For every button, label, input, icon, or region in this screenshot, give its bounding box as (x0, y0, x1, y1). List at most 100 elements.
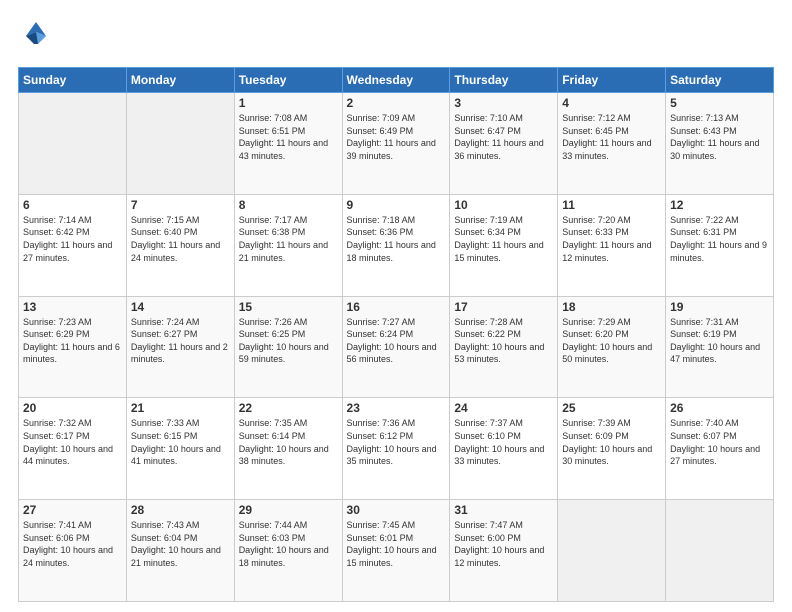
day-number: 2 (347, 96, 446, 110)
day-info: Sunrise: 7:13 AMSunset: 6:43 PMDaylight:… (670, 112, 769, 162)
header-cell-sunday: Sunday (19, 68, 127, 93)
day-cell: 28 Sunrise: 7:43 AMSunset: 6:04 PMDayligh… (126, 500, 234, 602)
day-cell: 18 Sunrise: 7:29 AMSunset: 6:20 PMDayligh… (558, 296, 666, 398)
day-info: Sunrise: 7:47 AMSunset: 6:00 PMDaylight:… (454, 519, 553, 569)
day-cell (558, 500, 666, 602)
day-cell: 17 Sunrise: 7:28 AMSunset: 6:22 PMDayligh… (450, 296, 558, 398)
day-info: Sunrise: 7:43 AMSunset: 6:04 PMDaylight:… (131, 519, 230, 569)
day-info: Sunrise: 7:45 AMSunset: 6:01 PMDaylight:… (347, 519, 446, 569)
day-cell: 29 Sunrise: 7:44 AMSunset: 6:03 PMDayligh… (234, 500, 342, 602)
day-cell: 20 Sunrise: 7:32 AMSunset: 6:17 PMDayligh… (19, 398, 127, 500)
day-cell: 4 Sunrise: 7:12 AMSunset: 6:45 PMDaylight… (558, 93, 666, 195)
week-row-2: 6 Sunrise: 7:14 AMSunset: 6:42 PMDaylight… (19, 194, 774, 296)
day-number: 11 (562, 198, 661, 212)
day-number: 23 (347, 401, 446, 415)
day-number: 17 (454, 300, 553, 314)
day-cell: 11Sunrise: 7:20 AMSunset: 6:33 PMDayligh… (558, 194, 666, 296)
day-info: Sunrise: 7:31 AMSunset: 6:19 PMDaylight:… (670, 316, 769, 366)
day-info: Sunrise: 7:39 AMSunset: 6:09 PMDaylight:… (562, 417, 661, 467)
day-info: Sunrise: 7:41 AMSunset: 6:06 PMDaylight:… (23, 519, 122, 569)
header-row: SundayMondayTuesdayWednesdayThursdayFrid… (19, 68, 774, 93)
day-cell: 10 Sunrise: 7:19 AMSunset: 6:34 PMDayligh… (450, 194, 558, 296)
day-cell: 13Sunrise: 7:23 AMSunset: 6:29 PMDayligh… (19, 296, 127, 398)
day-cell: 27 Sunrise: 7:41 AMSunset: 6:06 PMDayligh… (19, 500, 127, 602)
week-row-5: 27 Sunrise: 7:41 AMSunset: 6:06 PMDayligh… (19, 500, 774, 602)
day-number: 5 (670, 96, 769, 110)
day-info: Sunrise: 7:35 AMSunset: 6:14 PMDaylight:… (239, 417, 338, 467)
day-info: Sunrise: 7:33 AMSunset: 6:15 PMDaylight:… (131, 417, 230, 467)
day-cell: 26 Sunrise: 7:40 AMSunset: 6:07 PMDayligh… (666, 398, 774, 500)
day-number: 22 (239, 401, 338, 415)
day-cell: 8Sunrise: 7:17 AMSunset: 6:38 PMDaylight… (234, 194, 342, 296)
day-cell: 23Sunrise: 7:36 AMSunset: 6:12 PMDayligh… (342, 398, 450, 500)
day-cell: 1 Sunrise: 7:08 AMSunset: 6:51 PMDaylight… (234, 93, 342, 195)
header-cell-friday: Friday (558, 68, 666, 93)
day-info: Sunrise: 7:29 AMSunset: 6:20 PMDaylight:… (562, 316, 661, 366)
day-cell: 3 Sunrise: 7:10 AMSunset: 6:47 PMDaylight… (450, 93, 558, 195)
day-number: 10 (454, 198, 553, 212)
day-info: Sunrise: 7:09 AMSunset: 6:49 PMDaylight:… (347, 112, 446, 162)
day-number: 12 (670, 198, 769, 212)
day-number: 25 (562, 401, 661, 415)
day-info: Sunrise: 7:28 AMSunset: 6:22 PMDaylight:… (454, 316, 553, 366)
day-info: Sunrise: 7:10 AMSunset: 6:47 PMDaylight:… (454, 112, 553, 162)
header-cell-saturday: Saturday (666, 68, 774, 93)
day-info: Sunrise: 7:26 AMSunset: 6:25 PMDaylight:… (239, 316, 338, 366)
day-cell: 9Sunrise: 7:18 AMSunset: 6:36 PMDaylight… (342, 194, 450, 296)
day-number: 29 (239, 503, 338, 517)
day-info: Sunrise: 7:19 AMSunset: 6:34 PMDaylight:… (454, 214, 553, 264)
day-cell: 14Sunrise: 7:24 AMSunset: 6:27 PMDayligh… (126, 296, 234, 398)
logo-bird-icon (18, 18, 54, 59)
header-cell-thursday: Thursday (450, 68, 558, 93)
day-cell: 19Sunrise: 7:31 AMSunset: 6:19 PMDayligh… (666, 296, 774, 398)
day-cell: 31 Sunrise: 7:47 AMSunset: 6:00 PMDayligh… (450, 500, 558, 602)
day-number: 7 (131, 198, 230, 212)
day-cell: 5 Sunrise: 7:13 AMSunset: 6:43 PMDaylight… (666, 93, 774, 195)
day-number: 30 (347, 503, 446, 517)
day-cell: 25 Sunrise: 7:39 AMSunset: 6:09 PMDayligh… (558, 398, 666, 500)
day-cell: 16 Sunrise: 7:27 AMSunset: 6:24 PMDayligh… (342, 296, 450, 398)
day-info: Sunrise: 7:24 AMSunset: 6:27 PMDaylight:… (131, 316, 230, 366)
day-info: Sunrise: 7:18 AMSunset: 6:36 PMDaylight:… (347, 214, 446, 264)
day-cell: 21Sunrise: 7:33 AMSunset: 6:15 PMDayligh… (126, 398, 234, 500)
day-cell: 12Sunrise: 7:22 AMSunset: 6:31 PMDayligh… (666, 194, 774, 296)
day-info: Sunrise: 7:27 AMSunset: 6:24 PMDaylight:… (347, 316, 446, 366)
day-info: Sunrise: 7:12 AMSunset: 6:45 PMDaylight:… (562, 112, 661, 162)
day-info: Sunrise: 7:44 AMSunset: 6:03 PMDaylight:… (239, 519, 338, 569)
day-number: 18 (562, 300, 661, 314)
day-info: Sunrise: 7:32 AMSunset: 6:17 PMDaylight:… (23, 417, 122, 467)
week-row-4: 20 Sunrise: 7:32 AMSunset: 6:17 PMDayligh… (19, 398, 774, 500)
calendar-header: SundayMondayTuesdayWednesdayThursdayFrid… (19, 68, 774, 93)
day-number: 8 (239, 198, 338, 212)
calendar-table: SundayMondayTuesdayWednesdayThursdayFrid… (18, 67, 774, 602)
day-number: 15 (239, 300, 338, 314)
day-number: 27 (23, 503, 122, 517)
day-info: Sunrise: 7:40 AMSunset: 6:07 PMDaylight:… (670, 417, 769, 467)
day-number: 16 (347, 300, 446, 314)
day-cell: 30 Sunrise: 7:45 AMSunset: 6:01 PMDayligh… (342, 500, 450, 602)
day-number: 6 (23, 198, 122, 212)
day-cell: 2 Sunrise: 7:09 AMSunset: 6:49 PMDaylight… (342, 93, 450, 195)
day-info: Sunrise: 7:08 AMSunset: 6:51 PMDaylight:… (239, 112, 338, 162)
day-number: 31 (454, 503, 553, 517)
logo (18, 18, 56, 59)
day-info: Sunrise: 7:15 AMSunset: 6:40 PMDaylight:… (131, 214, 230, 264)
day-info: Sunrise: 7:14 AMSunset: 6:42 PMDaylight:… (23, 214, 122, 264)
day-number: 28 (131, 503, 230, 517)
day-info: Sunrise: 7:37 AMSunset: 6:10 PMDaylight:… (454, 417, 553, 467)
header-cell-tuesday: Tuesday (234, 68, 342, 93)
day-number: 20 (23, 401, 122, 415)
week-row-3: 13Sunrise: 7:23 AMSunset: 6:29 PMDayligh… (19, 296, 774, 398)
week-row-1: 1 Sunrise: 7:08 AMSunset: 6:51 PMDaylight… (19, 93, 774, 195)
day-number: 4 (562, 96, 661, 110)
header-cell-monday: Monday (126, 68, 234, 93)
day-number: 26 (670, 401, 769, 415)
header-cell-wednesday: Wednesday (342, 68, 450, 93)
day-number: 13 (23, 300, 122, 314)
day-number: 3 (454, 96, 553, 110)
header (18, 18, 774, 59)
day-cell (666, 500, 774, 602)
calendar-page: SundayMondayTuesdayWednesdayThursdayFrid… (0, 0, 792, 612)
day-number: 1 (239, 96, 338, 110)
day-cell: 6 Sunrise: 7:14 AMSunset: 6:42 PMDaylight… (19, 194, 127, 296)
